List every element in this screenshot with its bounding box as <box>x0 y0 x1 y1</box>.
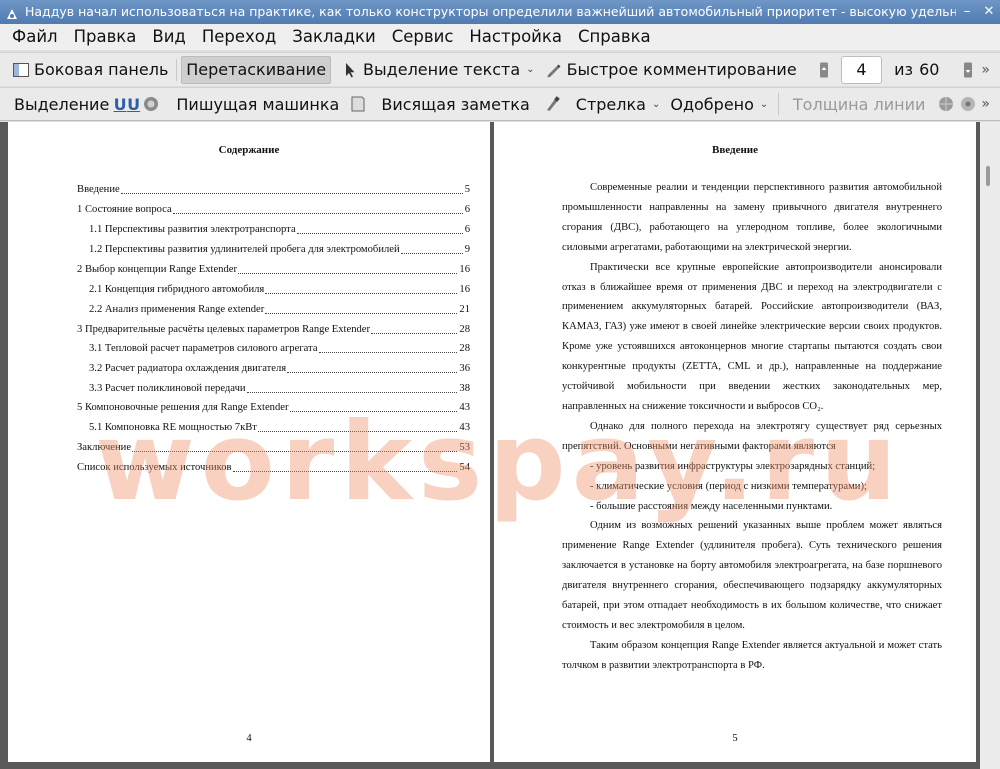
toc-entry[interactable]: 5 Компоновочные решения для Range Extend… <box>77 401 470 415</box>
minimize-button[interactable]: – <box>956 0 978 24</box>
toolbar-overflow-button[interactable]: » <box>981 96 990 112</box>
sidebar-icon <box>12 61 30 79</box>
app-icon <box>5 5 19 19</box>
chevron-down-icon[interactable]: ⌄ <box>652 99 660 110</box>
page-total-label: 60 <box>919 60 940 79</box>
toc-entry[interactable]: Введение 5 <box>77 183 470 197</box>
page-title: Содержание <box>218 144 280 156</box>
drag-mode-label: Перетаскивание <box>186 60 327 79</box>
window-title: Наддув начал использоваться на практике,… <box>25 4 956 19</box>
quick-comment-button[interactable]: Быстрое комментирование <box>541 56 801 84</box>
menu-help[interactable]: Справка <box>570 24 659 50</box>
menu-view[interactable]: Вид <box>144 24 193 50</box>
cursor-icon <box>341 61 359 79</box>
page-of-label: из <box>894 60 914 79</box>
list-item: - большие расстояния между населенными п… <box>590 500 833 512</box>
line-width-label: Толщина линии <box>792 94 926 114</box>
title-bar: Наддув начал использоваться на практике,… <box>0 0 1000 24</box>
page-number: 4 <box>246 733 252 744</box>
page-number-input[interactable]: 4 <box>840 55 883 84</box>
menu-settings[interactable]: Настройка <box>461 24 570 50</box>
page-number: 5 <box>732 733 738 744</box>
scrollbar-thumb[interactable] <box>986 166 990 186</box>
toc-entry[interactable]: 2.1 Концепция гибридного автомобиля 16 <box>89 283 470 297</box>
underline-icon[interactable]: U <box>113 95 127 114</box>
previous-page-icon[interactable] <box>815 61 833 79</box>
document-view[interactable]: Содержание Введение 5 1 Состояние вопроса… <box>0 122 1000 769</box>
approved-label: Одобрено <box>670 94 754 114</box>
quick-comment-label: Быстрое комментирование <box>566 60 797 79</box>
paragraph: Однако для полного перехода на электротя… <box>562 420 942 452</box>
toc-entry[interactable]: 2.2 Анализ применения Range extender 21 <box>89 303 470 317</box>
next-page-icon[interactable] <box>959 61 977 79</box>
chevron-down-icon[interactable]: ⌄ <box>760 99 768 110</box>
list-item: - уровень развития инфраструктуры электр… <box>590 460 876 472</box>
arrow-label: Стрелка <box>575 94 646 114</box>
text-select-label: Выделение текста <box>363 60 521 79</box>
page-body: Современные реалии и тенденции перспекти… <box>562 178 942 676</box>
close-button[interactable]: ✕ <box>978 0 1000 24</box>
toolbar-overflow-button[interactable]: » <box>981 62 990 78</box>
sidebar-button[interactable]: Боковая панель <box>8 56 172 84</box>
annotation-toolbar: Выделение U U Пишущая машинка Висящая за… <box>0 87 1000 121</box>
arrow-button[interactable]: Стрелка <box>572 90 650 118</box>
toc-entry[interactable]: 3.1 Тепловой расчет параметров силового … <box>89 342 470 356</box>
paragraph: Таким образом концепция Range Extender я… <box>562 639 942 671</box>
page-5: Введение Современные реалии и тенденции … <box>494 122 976 762</box>
menu-go[interactable]: Переход <box>194 24 284 50</box>
paragraph: Практически все крупные европейские авто… <box>562 261 942 412</box>
approved-stamp-button[interactable]: Одобрено <box>666 90 758 118</box>
toc-entry[interactable]: Список используемых источников 54 <box>77 461 470 475</box>
toc-entry[interactable]: 5.1 Компоновка RE мощностью 7кВт 43 <box>89 421 470 435</box>
menu-bookmarks[interactable]: Закладки <box>284 24 383 50</box>
toc-entry[interactable]: 1.1 Перспективы развития электротранспор… <box>89 223 470 237</box>
line-width-button[interactable]: Толщина линии <box>789 90 930 118</box>
toc-entry[interactable]: 2 Выбор концепции Range Extender 16 <box>77 263 470 277</box>
squiggly-underline-icon[interactable]: U <box>127 95 141 114</box>
highlight-button[interactable]: Выделение <box>10 90 113 118</box>
toc-entry[interactable]: 3 Предварительные расчёты целевых параме… <box>77 323 470 337</box>
text-select-button[interactable]: Выделение текста <box>337 56 524 84</box>
toolbar-separator <box>176 58 178 81</box>
menu-tools[interactable]: Сервис <box>384 24 462 50</box>
main-toolbar: Боковая панель Перетаскивание Выделение … <box>0 52 1000 86</box>
stamp-icon[interactable] <box>142 95 160 113</box>
chevron-down-icon[interactable]: ⌄ <box>526 64 534 75</box>
brush-icon <box>544 95 562 113</box>
list-item: - климатические условия (период с низким… <box>590 480 867 492</box>
toc-entry[interactable]: 1.2 Перспективы развития удлинителей про… <box>89 243 470 257</box>
toolbar-separator <box>778 93 779 115</box>
toc-entry[interactable]: Заключение 53 <box>77 441 470 455</box>
note-icon <box>349 95 367 113</box>
sidebar-label: Боковая панель <box>34 60 169 79</box>
pen-icon <box>545 61 563 79</box>
highlight-label: Выделение <box>14 94 110 114</box>
sticky-note-button[interactable]: Висящая заметка <box>377 90 533 118</box>
paragraph: Современные реалии и тенденции перспекти… <box>562 182 942 253</box>
globe-icon[interactable] <box>937 95 955 113</box>
toc-entry[interactable]: 3.2 Расчет радиатора охлаждения двигател… <box>89 362 470 376</box>
vertical-scrollbar[interactable] <box>980 122 1000 769</box>
page-title: Введение <box>711 144 759 156</box>
paragraph: Одним из возможных решений указанных выш… <box>562 520 942 631</box>
drag-mode-button[interactable]: Перетаскивание <box>181 55 332 84</box>
typewriter-button[interactable]: Пишущая машинка <box>172 90 343 118</box>
menu-edit[interactable]: Правка <box>66 24 145 50</box>
menu-file[interactable]: Файл <box>4 24 66 50</box>
sticky-note-label: Висящая заметка <box>381 94 530 114</box>
toc-entry[interactable]: 1 Состояние вопроса 6 <box>77 203 470 217</box>
page-4: Содержание Введение 5 1 Состояние вопроса… <box>8 122 490 762</box>
toc-entry[interactable]: 3.3 Расчет поликлиновой передачи 38 <box>89 382 470 396</box>
typewriter-label: Пишущая машинка <box>176 94 340 114</box>
color-wheel-icon[interactable] <box>959 95 977 113</box>
menu-bar: Файл Правка Вид Переход Закладки Сервис … <box>0 24 1000 50</box>
